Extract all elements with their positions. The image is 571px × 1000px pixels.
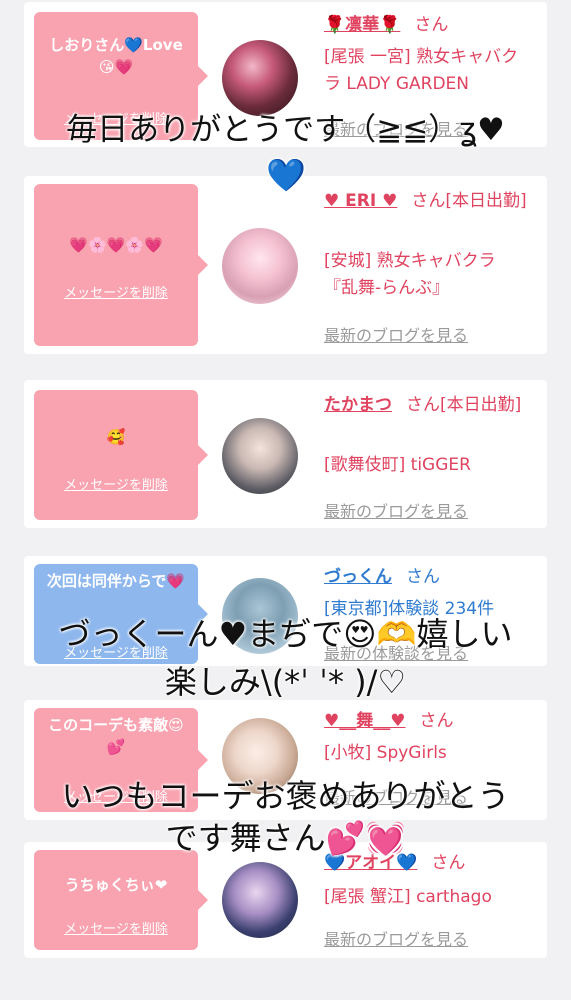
latest-blog-link[interactable]: 最新のブログを見る <box>324 926 468 950</box>
caption-overlay-line-5: です舞さん💕💓 <box>165 819 406 857</box>
message-text: しおりさん💙Love😘💗 <box>49 36 183 76</box>
message-bubble: 🥰 メッセージを削除 <box>34 390 208 520</box>
sender-name-line: ♥__舞__♥ さん <box>324 708 529 735</box>
message-text: 💗🌸💗🌸💗 <box>69 236 163 254</box>
sender-name-link[interactable]: ♥__舞__♥ <box>324 711 405 731</box>
caption-overlay-line-4: いつもコーデお褒めありがとう <box>61 777 510 815</box>
caption-overlay-line-2: づっくーん♥まぢで😍🫶嬉しい <box>58 615 513 653</box>
message-card: うちゅくちぃ❤ メッセージを削除 💙アオイ💙 さん [尾張 蟹江] carthag… <box>24 842 547 958</box>
shop-info[interactable]: [尾張 蟹江] carthago <box>324 884 529 911</box>
sender-name-link[interactable]: づっくん <box>324 567 392 587</box>
avatar[interactable] <box>222 228 298 304</box>
honorific: さん <box>406 567 440 587</box>
latest-blog-link[interactable]: 最新のブログを見る <box>324 498 468 522</box>
caption-overlay-heart: 💙 <box>266 156 306 194</box>
shop-info[interactable]: [安城] 熟女キャバクラ『乱舞-らんぶ』 <box>324 248 529 302</box>
shop-info[interactable]: [尾張 一宮] 熟女キャバクラ LADY GARDEN <box>324 44 529 98</box>
sender-name-line: づっくん さん <box>324 564 529 591</box>
delete-message-link[interactable]: メッセージを削除 <box>34 474 198 493</box>
shop-info[interactable]: [小牧] SpyGirls <box>324 740 529 767</box>
message-text: うちゅくちぃ❤ <box>64 876 168 894</box>
message-bubble: うちゅくちぃ❤ メッセージを削除 <box>34 850 208 950</box>
message-text: このコーデも素敵😍💕 <box>48 716 184 756</box>
delete-message-link[interactable]: メッセージを削除 <box>34 918 198 937</box>
honorific: さん <box>419 711 454 731</box>
sender-name-link[interactable]: 🌹凛華🌹 <box>324 15 400 35</box>
message-list: しおりさん💙Love😘💗 メッセージを削除 🌹凛華🌹 さん [尾張 一宮] 熟女キ… <box>0 0 571 1000</box>
caption-overlay-line-3: 楽しみ\(*ˈ ˈ* )/♡ <box>164 663 407 701</box>
sender-name-line: たかまつ さん[本日出勤] <box>324 392 529 419</box>
shop-info[interactable]: [歌舞伎町] tiGGER <box>324 452 529 479</box>
message-card: 🥰 メッセージを削除 たかまつ さん[本日出勤] [歌舞伎町] tiGGER 最新… <box>24 380 547 528</box>
message-card: 💗🌸💗🌸💗 メッセージを削除 ♥ ERI ♥ さん[本日出勤] [安城] 熟女キャ… <box>24 176 547 354</box>
honorific: さん <box>414 15 449 35</box>
sender-name-link[interactable]: たかまつ <box>324 395 392 415</box>
message-text: 🥰 <box>106 428 126 446</box>
sender-name-line: 🌹凛華🌹 さん <box>324 12 529 39</box>
avatar[interactable] <box>222 862 298 938</box>
latest-blog-link[interactable]: 最新のブログを見る <box>324 322 468 346</box>
honorific: さん[本日出勤] <box>406 395 522 415</box>
caption-overlay-line-1: 毎日ありがとうです（≧≦）ʓ♥ <box>66 112 505 148</box>
avatar[interactable] <box>222 40 298 116</box>
delete-message-link[interactable]: メッセージを削除 <box>34 282 198 301</box>
avatar[interactable] <box>222 418 298 494</box>
message-bubble: 💗🌸💗🌸💗 メッセージを削除 <box>34 184 208 346</box>
message-text: 次回は同伴からで💗 <box>46 572 186 590</box>
